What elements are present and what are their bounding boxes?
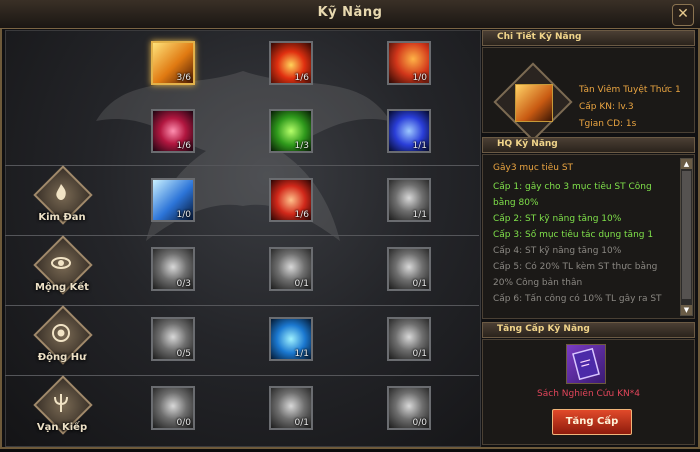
branch-label: Kim Đan (38, 212, 86, 223)
branch-van-kiep[interactable]: Vạn Kiếp (30, 375, 93, 452)
book-label: Sách Nghiên Cứu KN*4 (537, 389, 640, 399)
scroll-thumb[interactable] (682, 171, 691, 299)
skill-slot[interactable]: 1/1 (269, 317, 313, 361)
effect-line: Cấp 6: Tấn công có 10% TL gây ra ST (493, 294, 662, 304)
ring-emblem-icon (52, 324, 70, 342)
trident-emblem-icon (54, 394, 68, 412)
skill-level: Cấp KN: lv.3 (579, 102, 634, 112)
skill-level-label: 0/0 (176, 418, 191, 428)
skill-slot[interactable]: 1/1 (387, 109, 431, 153)
skill-slot[interactable]: 0/0 (387, 386, 431, 430)
skill-level-label: 1/3 (294, 141, 309, 151)
skill-cooldown: Tgian CD: 1s (579, 119, 637, 129)
title-bar: Kỹ Năng ✕ (0, 0, 700, 29)
effect-line: Cấp 3: Số mục tiêu tác dụng tăng 1 (493, 230, 654, 240)
skill-slot[interactable]: 0/3 (151, 247, 195, 291)
scroll-up-icon[interactable]: ▲ (681, 159, 692, 169)
skill-slot[interactable]: 3/6 (151, 41, 195, 85)
effects-header: HQ Kỹ Năng (482, 137, 695, 153)
row-divider (5, 165, 479, 166)
flame-emblem-icon (56, 184, 66, 200)
skill-level-label: 0/5 (176, 349, 191, 359)
skill-slot[interactable]: 0/1 (387, 317, 431, 361)
info-panel: Chi Tiết Kỹ Năng Tàn Viêm Tuyệt Thức 1 C… (482, 30, 695, 445)
close-button[interactable]: ✕ (672, 4, 694, 26)
effect-line: Cấp 4: ST kỹ năng tăng 10% (493, 246, 622, 256)
upgrade-button[interactable]: Tăng Cấp (552, 409, 632, 435)
branch-kim-dan[interactable]: Kim Đan (30, 165, 93, 242)
skill-level-label: 1/0 (176, 210, 191, 220)
branch-mong-ket[interactable]: Mộng Kết (30, 235, 93, 312)
skill-level-label: 3/6 (176, 73, 191, 83)
skill-level-label: 1/1 (412, 210, 427, 220)
skill-slot[interactable]: 1/6 (151, 109, 195, 153)
flame-slash-icon (515, 84, 553, 122)
skill-level-label: 0/1 (412, 349, 427, 359)
scroll-down-icon[interactable]: ▼ (681, 305, 692, 315)
skill-level-label: 1/6 (176, 141, 191, 151)
skill-level-label: 0/3 (176, 279, 191, 289)
branch-dong-hu[interactable]: Động Hư (30, 305, 93, 382)
skill-level-label: 0/1 (294, 418, 309, 428)
skill-level-label: 1/1 (412, 141, 427, 151)
branch-label: Vạn Kiếp (36, 422, 88, 433)
skill-slot[interactable]: 0/1 (269, 386, 313, 430)
skill-slot[interactable]: 1/0 (387, 41, 431, 85)
effects-box: Gây3 mục tiêu ST Cấp 1: gây cho 3 mục ti… (482, 154, 695, 319)
skill-slot[interactable]: 1/6 (269, 178, 313, 222)
skill-slot[interactable]: 1/0 (151, 178, 195, 222)
skill-level-label: 1/0 (412, 73, 427, 83)
branch-label: Động Hư (37, 352, 87, 363)
skill-slot[interactable]: 0/1 (269, 247, 313, 291)
skill-level-label: 0/1 (412, 279, 427, 289)
upgrade-header: Tăng Cấp Kỹ Năng (482, 322, 695, 338)
effect-line: bằng 80% (493, 198, 539, 208)
effects-scrollbar[interactable]: ▲ ▼ (680, 158, 693, 316)
effect-line: Cấp 1: gây cho 3 mục tiêu ST Công (493, 182, 652, 192)
skill-level-label: 1/6 (294, 210, 309, 220)
detail-box: Tàn Viêm Tuyệt Thức 1 Cấp KN: lv.3 Tgian… (482, 47, 695, 142)
window-title: Kỹ Năng (317, 5, 383, 20)
skill-slot[interactable]: 0/5 (151, 317, 195, 361)
skill-slot[interactable]: 1/6 (269, 41, 313, 85)
skill-level-label: 0/1 (294, 279, 309, 289)
skill-level-label: 0/0 (412, 418, 427, 428)
skill-level-label: 1/6 (294, 73, 309, 83)
effect-line: 20% Công bản thân (493, 278, 583, 288)
effect-line: Cấp 2: ST kỹ năng tăng 10% (493, 214, 622, 224)
skill-slot[interactable]: 1/3 (269, 109, 313, 153)
skill-slot[interactable]: 0/0 (151, 386, 195, 430)
eye-emblem-icon (51, 257, 71, 269)
detail-header: Chi Tiết Kỹ Năng (482, 30, 695, 46)
skill-name: Tàn Viêm Tuyệt Thức 1 (579, 85, 681, 95)
skill-level-label: 1/1 (294, 349, 309, 359)
skill-slot[interactable]: 1/1 (387, 178, 431, 222)
effects-intro: Gây3 mục tiêu ST (493, 163, 574, 173)
effect-line: Cấp 5: Có 20% TL kèm ST thực bằng (493, 262, 658, 272)
skill-book-icon[interactable] (566, 344, 606, 384)
branch-label: Mộng Kết (35, 282, 89, 293)
skill-slot[interactable]: 0/1 (387, 247, 431, 291)
